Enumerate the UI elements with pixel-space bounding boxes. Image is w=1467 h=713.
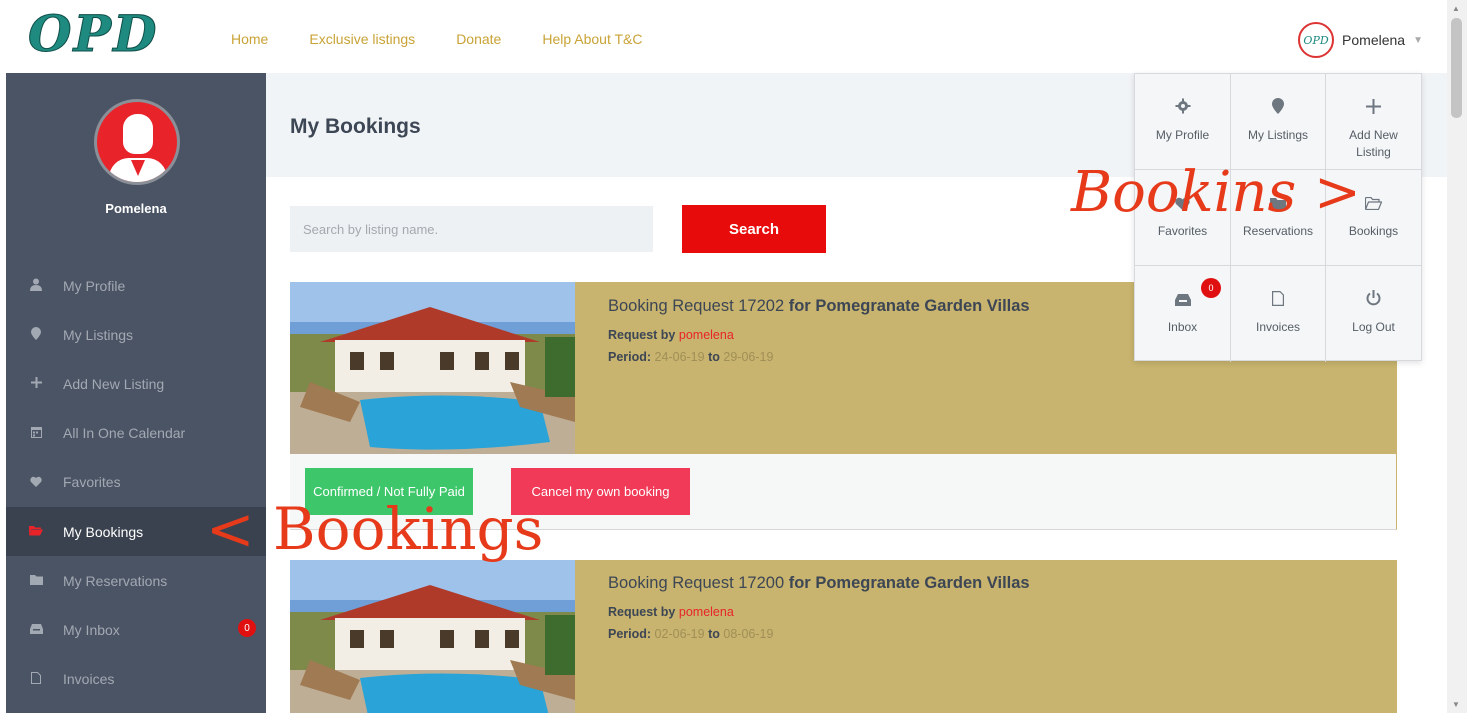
sidebar-item-my-reservations[interactable]: My Reservations: [6, 556, 266, 605]
sidebar-item-label: Add New Listing: [63, 375, 165, 392]
period-from: 24-06-19: [654, 350, 705, 364]
dropdown-item-invoices[interactable]: Invoices: [1231, 266, 1326, 362]
user-name: Pomelena: [1342, 32, 1406, 48]
dropdown-item-my-listings[interactable]: My Listings: [1231, 74, 1326, 170]
sidebar-item-label: All In One Calendar: [63, 425, 186, 442]
dropdown-item-label: Inbox: [1167, 320, 1198, 334]
dropdown-item-label: My Profile: [1155, 128, 1210, 142]
booking-period-line: Period: 02-06-19 to 08-06-19: [608, 627, 773, 641]
sidebar-item-label: Favorites: [63, 474, 121, 491]
sidebar-item-my-profile[interactable]: My Profile: [6, 261, 266, 310]
booking-request-id: Booking Request 17202: [608, 297, 785, 315]
plus-icon: [1366, 98, 1381, 120]
nav-home[interactable]: Home: [231, 31, 268, 47]
dropdown-item-label: Log Out: [1352, 320, 1395, 334]
sidebar-item-label: My Listings: [63, 326, 134, 343]
sidebar-item-label: My Profile: [63, 277, 126, 294]
file-icon: [26, 671, 46, 687]
sidebar-item-my-listings[interactable]: My Listings: [6, 310, 266, 359]
booking-card: Booking Request 17200 for Pomegranate Ga…: [290, 560, 1397, 713]
period-to-label: to: [708, 350, 720, 364]
period-to-label: to: [708, 627, 720, 641]
dropdown-item-label: Favorites: [1157, 224, 1208, 238]
sidebar-item-my-inbox[interactable]: My Inbox 0: [6, 605, 266, 654]
search-button[interactable]: Search: [682, 205, 826, 253]
request-label: Request by: [608, 328, 676, 342]
main-nav: Home Exclusive listings Donate Help Abou…: [231, 31, 683, 47]
booking-listing-name: for Pomegranate Garden Villas: [788, 297, 1030, 315]
sidebar-item-label: My Reservations: [63, 572, 168, 589]
page-scrollbar[interactable]: ▲ ▼: [1447, 0, 1467, 713]
dropdown-item-label: My Listings: [1247, 128, 1309, 142]
sidebar-item-invoices[interactable]: Invoices: [6, 655, 266, 704]
power-icon: [1366, 290, 1381, 312]
annotation-bookins: Bookins >: [1071, 160, 1361, 225]
avatar: [94, 99, 180, 185]
chevron-down-icon: ▼: [1413, 34, 1423, 46]
scroll-up-icon[interactable]: ▲: [1452, 4, 1460, 13]
dropdown-item-log-out[interactable]: Log Out: [1326, 266, 1421, 362]
user-icon: [26, 278, 46, 294]
booking-period-line: Period: 24-06-19 to 29-06-19: [608, 350, 773, 364]
annotation-bookings: < Bookings: [206, 495, 544, 563]
sidebar-item-label: Invoices: [63, 671, 115, 688]
booking-title[interactable]: Booking Request 17202 for Pomegranate Ga…: [608, 297, 1030, 316]
file-icon: [1272, 290, 1284, 312]
dropdown-item-my-profile[interactable]: My Profile: [1135, 74, 1231, 170]
dropdown-item-label: Add New Listing: [1349, 128, 1398, 159]
user-avatar: OPD: [1298, 22, 1335, 58]
calendar-icon: [26, 426, 46, 441]
sidebar-username: Pomelena: [105, 201, 167, 216]
booking-requester-line: Request by pomelena: [608, 328, 734, 342]
sidebar-menu: My Profile My Listings Add New Listing A…: [6, 261, 266, 704]
sidebar-item-add-new-listing[interactable]: Add New Listing: [6, 359, 266, 408]
period-to: 08-06-19: [723, 627, 774, 641]
folder-open-icon: [1364, 194, 1383, 216]
period-to: 29-06-19: [723, 350, 774, 364]
page-title: My Bookings: [290, 115, 421, 138]
map-pin-icon: [1272, 98, 1284, 120]
plus-icon: [26, 376, 46, 391]
user-menu-toggle[interactable]: OPD Pomelena ▼: [1298, 22, 1423, 58]
sidebar-item-all-in-one-calendar[interactable]: All In One Calendar: [6, 409, 266, 458]
nav-help-about-tc[interactable]: Help About T&C: [542, 31, 642, 47]
period-from: 02-06-19: [654, 627, 705, 641]
dropdown-item-add-new-listing[interactable]: Add New Listing: [1326, 74, 1421, 170]
folder-open-icon: [26, 524, 46, 539]
dropdown-item-label: Reservations: [1242, 224, 1314, 238]
requester-name[interactable]: pomelena: [679, 328, 734, 342]
period-label: Period:: [608, 350, 652, 364]
inbox-count-badge: 0: [238, 619, 256, 638]
nav-exclusive-listings[interactable]: Exclusive listings: [309, 31, 415, 47]
requester-name[interactable]: pomelena: [679, 605, 734, 619]
booking-listing-name: for Pomegranate Garden Villas: [788, 574, 1030, 592]
inbox-count-badge: 0: [1201, 278, 1221, 298]
dropdown-item-inbox[interactable]: 0 Inbox: [1135, 266, 1231, 362]
scroll-thumb[interactable]: [1451, 18, 1462, 118]
listing-photo[interactable]: [290, 282, 575, 454]
booking-request-id: Booking Request 17200: [608, 574, 785, 592]
nav-donate[interactable]: Donate: [456, 31, 501, 47]
gear-icon: [1175, 98, 1191, 120]
sidebar-item-label: My Inbox: [63, 621, 120, 638]
inbox-icon: [1174, 290, 1191, 312]
sidebar: Pomelena My Profile My Listings Add New …: [6, 73, 266, 713]
booking-title[interactable]: Booking Request 17200 for Pomegranate Ga…: [608, 574, 1030, 593]
sidebar-item-label: My Bookings: [63, 523, 144, 540]
folder-icon: [26, 573, 46, 588]
search-input[interactable]: [290, 206, 653, 252]
listing-photo[interactable]: [290, 560, 575, 713]
map-pin-icon: [26, 326, 46, 343]
heart-icon: [26, 475, 46, 490]
top-bar: OPD Home Exclusive listings Donate Help …: [0, 0, 1447, 73]
site-logo[interactable]: OPD: [28, 4, 159, 64]
request-label: Request by: [608, 605, 676, 619]
inbox-icon: [26, 622, 46, 637]
period-label: Period:: [608, 627, 652, 641]
dropdown-item-label: Bookings: [1348, 224, 1399, 238]
dropdown-item-label: Invoices: [1255, 320, 1301, 334]
scroll-down-icon[interactable]: ▼: [1452, 700, 1460, 709]
booking-requester-line: Request by pomelena: [608, 605, 734, 619]
